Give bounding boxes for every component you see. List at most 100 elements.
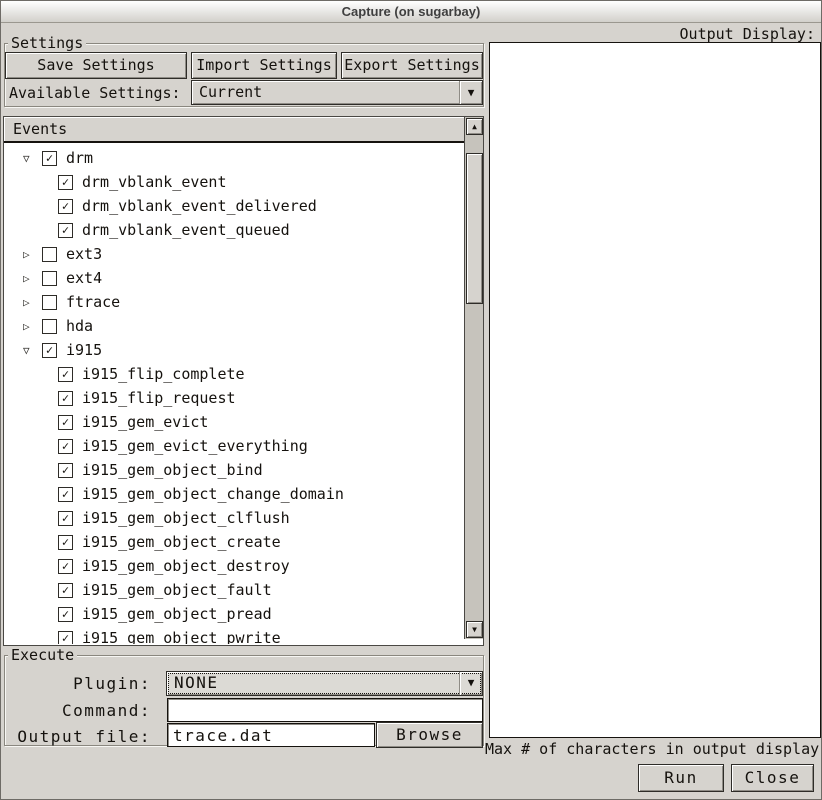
- event-row[interactable]: ✓ drm_vblank_event_delivered: [5, 194, 463, 218]
- expander-closed-icon[interactable]: ▷: [23, 296, 42, 309]
- expander-open-icon[interactable]: ▽: [23, 152, 42, 165]
- event-checkbox[interactable]: ✓: [58, 583, 73, 598]
- plugin-value: NONE: [174, 673, 219, 692]
- execute-frame-label: Execute: [8, 647, 77, 663]
- window-title: Capture (on sugarbay): [342, 4, 481, 19]
- command-input[interactable]: [167, 698, 483, 722]
- events-header-label: Events: [13, 120, 67, 138]
- event-row[interactable]: ✓ i915_gem_object_clflush: [5, 506, 463, 530]
- event-checkbox[interactable]: [42, 319, 57, 334]
- events-list: ▽✓drm✓drm_vblank_event✓drm_vblank_event_…: [5, 146, 463, 644]
- event-checkbox[interactable]: [42, 271, 57, 286]
- event-label: i915_gem_object_bind: [82, 461, 263, 479]
- expander-closed-icon[interactable]: ▷: [23, 272, 42, 285]
- event-checkbox[interactable]: ✓: [58, 199, 73, 214]
- event-label: i915_flip_request: [82, 389, 236, 407]
- events-panel: Events ▽✓drm✓drm_vblank_event✓drm_vblank…: [3, 116, 484, 646]
- event-checkbox[interactable]: ✓: [58, 511, 73, 526]
- event-label: i915_gem_object_change_domain: [82, 485, 344, 503]
- event-label: i915_gem_object_create: [82, 533, 281, 551]
- event-row[interactable]: ▷ ext3: [5, 242, 463, 266]
- close-button[interactable]: Close: [731, 764, 814, 792]
- available-settings-value: Current: [199, 83, 262, 101]
- event-checkbox[interactable]: [42, 247, 57, 262]
- event-row[interactable]: ✓ drm_vblank_event_queued: [5, 218, 463, 242]
- event-label: i915_gem_object_clflush: [82, 509, 290, 527]
- event-checkbox[interactable]: ✓: [58, 535, 73, 550]
- event-row[interactable]: ✓ drm_vblank_event: [5, 170, 463, 194]
- event-checkbox[interactable]: ✓: [58, 631, 73, 645]
- import-settings-button[interactable]: Import Settings: [191, 52, 337, 79]
- available-settings-label: Available Settings:: [9, 84, 181, 102]
- expander-closed-icon[interactable]: ▷: [23, 248, 42, 261]
- event-row[interactable]: ✓ i915_gem_object_destroy: [5, 554, 463, 578]
- event-row[interactable]: ▽✓drm: [5, 146, 463, 170]
- events-scrollbar[interactable]: ▲ ▼: [464, 117, 483, 639]
- available-settings-combo[interactable]: Current ▼: [191, 80, 483, 105]
- event-label: i915_gem_object_pwrite: [82, 629, 281, 644]
- output-file-label: Output file:: [1, 727, 151, 746]
- event-row[interactable]: ✓ i915_gem_evict: [5, 410, 463, 434]
- titlebar[interactable]: Capture (on sugarbay): [1, 1, 821, 23]
- event-label: i915_gem_evict_everything: [82, 437, 308, 455]
- event-row[interactable]: ▷ hda: [5, 314, 463, 338]
- expander-closed-icon[interactable]: ▷: [23, 320, 42, 333]
- output-display-area: [489, 42, 821, 738]
- events-column-header[interactable]: Events: [4, 117, 464, 143]
- capture-window: Capture (on sugarbay) Settings Save Sett…: [0, 0, 822, 800]
- event-checkbox[interactable]: ✓: [58, 415, 73, 430]
- event-label: drm_vblank_event: [82, 173, 227, 191]
- event-row[interactable]: ▷ ftrace: [5, 290, 463, 314]
- expander-open-icon[interactable]: ▽: [23, 344, 42, 357]
- export-settings-button[interactable]: Export Settings: [341, 52, 483, 79]
- event-row[interactable]: ✓ i915_gem_object_create: [5, 530, 463, 554]
- event-label: i915_gem_object_destroy: [82, 557, 290, 575]
- event-checkbox[interactable]: ✓: [58, 487, 73, 502]
- browse-button[interactable]: Browse: [376, 722, 483, 748]
- event-checkbox[interactable]: ✓: [58, 367, 73, 382]
- event-label: i915_gem_object_fault: [82, 581, 272, 599]
- event-checkbox[interactable]: ✓: [58, 559, 73, 574]
- event-label: i915: [66, 341, 102, 359]
- event-row[interactable]: ✓ i915_gem_object_pwrite: [5, 626, 463, 644]
- event-label: ftrace: [66, 293, 120, 311]
- event-label: i915_gem_object_pread: [82, 605, 272, 623]
- chevron-down-icon[interactable]: ▼: [459, 672, 482, 695]
- event-row[interactable]: ✓ i915_gem_object_fault: [5, 578, 463, 602]
- scrollbar-thumb[interactable]: [466, 153, 483, 304]
- plugin-label: Plugin:: [1, 674, 151, 693]
- event-row[interactable]: ▽✓ i915: [5, 338, 463, 362]
- chevron-down-icon[interactable]: ▼: [459, 81, 482, 104]
- run-button[interactable]: Run: [638, 764, 724, 792]
- event-row[interactable]: ✓ i915_gem_object_bind: [5, 458, 463, 482]
- event-label: drm_vblank_event_queued: [82, 221, 290, 239]
- event-row[interactable]: ✓ i915_flip_complete: [5, 362, 463, 386]
- event-checkbox[interactable]: ✓: [58, 175, 73, 190]
- command-label: Command:: [1, 701, 151, 720]
- event-label: i915_flip_complete: [82, 365, 245, 383]
- scroll-up-icon[interactable]: ▲: [466, 118, 483, 135]
- event-row[interactable]: ✓ i915_flip_request: [5, 386, 463, 410]
- event-row[interactable]: ✓ i915_gem_object_pread: [5, 602, 463, 626]
- plugin-combo[interactable]: NONE ▼: [166, 671, 483, 696]
- scroll-down-icon[interactable]: ▼: [466, 621, 483, 638]
- event-checkbox[interactable]: [42, 295, 57, 310]
- event-label: i915_gem_evict: [82, 413, 208, 431]
- event-checkbox[interactable]: ✓: [42, 151, 57, 166]
- save-settings-button[interactable]: Save Settings: [5, 52, 187, 79]
- event-checkbox[interactable]: ✓: [42, 343, 57, 358]
- event-checkbox[interactable]: ✓: [58, 463, 73, 478]
- max-chars-label: Max # of characters in output display: [485, 741, 822, 758]
- event-label: drm_vblank_event_delivered: [82, 197, 317, 215]
- event-checkbox[interactable]: ✓: [58, 607, 73, 622]
- event-row[interactable]: ✓ i915_gem_object_change_domain: [5, 482, 463, 506]
- event-row[interactable]: ✓ i915_gem_evict_everything: [5, 434, 463, 458]
- event-checkbox[interactable]: ✓: [58, 223, 73, 238]
- event-checkbox[interactable]: ✓: [58, 391, 73, 406]
- event-label: ext3: [66, 245, 102, 263]
- event-checkbox[interactable]: ✓: [58, 439, 73, 454]
- event-row[interactable]: ▷ext4: [5, 266, 463, 290]
- event-label: hda: [66, 317, 93, 335]
- output-file-input[interactable]: [167, 723, 375, 747]
- settings-frame-label: Settings: [8, 35, 86, 51]
